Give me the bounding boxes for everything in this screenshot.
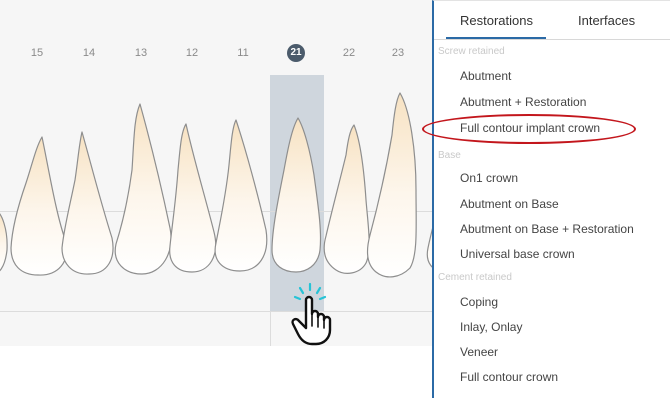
group-label-cement-retained: Cement retained	[438, 272, 512, 283]
tooth-12[interactable]	[169, 123, 217, 273]
tab-interfaces[interactable]: Interfaces	[578, 13, 635, 28]
restoration-type-menu: Restorations Interfaces Screw retained A…	[432, 0, 670, 398]
tooth-11[interactable]	[214, 119, 268, 272]
menu-item-abutment-on-base[interactable]: Abutment on Base	[460, 197, 559, 211]
menu-item-veneer[interactable]: Veneer	[460, 345, 498, 359]
menu-item-abutment-on-base-restoration[interactable]: Abutment on Base + Restoration	[460, 222, 634, 236]
menu-tabs: Restorations Interfaces	[434, 1, 670, 40]
tooth-21[interactable]	[271, 117, 322, 273]
group-label-screw-retained: Screw retained	[438, 46, 505, 57]
menu-item-universal-base-crown[interactable]: Universal base crown	[460, 247, 575, 261]
teeth-illustration	[0, 92, 445, 278]
tooth-23[interactable]	[366, 92, 417, 278]
menu-item-on1-crown[interactable]: On1 crown	[460, 171, 518, 185]
menu-item-inlay-onlay[interactable]: Inlay, Onlay	[460, 320, 522, 334]
menu-item-abutment-restoration[interactable]: Abutment + Restoration	[460, 95, 586, 109]
menu-item-coping[interactable]: Coping	[460, 295, 498, 309]
active-tab-indicator	[446, 37, 546, 39]
menu-item-full-contour-crown[interactable]: Full contour crown	[460, 370, 558, 384]
tooth-14[interactable]	[61, 131, 114, 275]
tooth-13[interactable]	[114, 103, 172, 275]
tooth-22[interactable]	[323, 124, 370, 274]
group-label-base: Base	[438, 150, 461, 161]
menu-item-abutment[interactable]: Abutment	[460, 69, 511, 83]
tooth-16-partial[interactable]	[0, 210, 8, 273]
tab-restorations[interactable]: Restorations	[460, 13, 533, 28]
tooth-chart: 15 14 13 12 11 21 22 23	[0, 0, 445, 346]
highlight-ring-annotation	[422, 114, 636, 144]
hand-pointer-icon	[291, 282, 332, 346]
tooth-15[interactable]	[10, 136, 68, 276]
